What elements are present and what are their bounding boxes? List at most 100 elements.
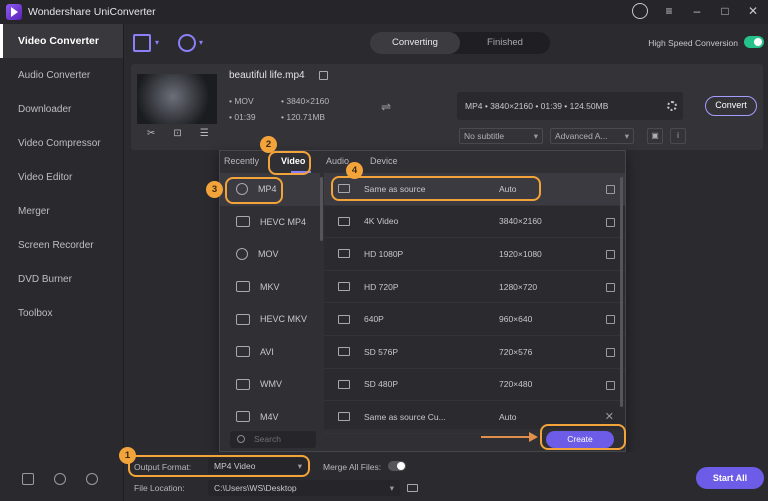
audio-select[interactable]: Advanced A... <box>550 128 634 144</box>
preset-row[interactable]: HD 720P 1280×720 <box>324 271 625 304</box>
edit-icon[interactable] <box>606 217 615 227</box>
sidebar-item-dvd-burner[interactable]: DVD Burner <box>0 262 123 296</box>
video-icon <box>338 249 350 259</box>
file-location-label: File Location: <box>134 483 185 493</box>
menu-icon[interactable]: ≡ <box>662 4 676 18</box>
preview-icon[interactable]: ▣ <box>647 128 663 144</box>
video-icon <box>338 347 350 357</box>
delete-icon[interactable]: ✕ <box>605 410 614 423</box>
sidebar-item-video-editor[interactable]: Video Editor <box>0 160 123 194</box>
preset-row[interactable]: 4K Video 3840×2160 <box>324 206 625 239</box>
maximize-icon[interactable]: □ <box>718 4 732 18</box>
edit-icon[interactable] <box>606 185 615 194</box>
conversion-status-tabs: Converting Finished <box>370 32 550 54</box>
edit-icon[interactable] <box>606 347 615 357</box>
tab-converting[interactable]: Converting <box>370 32 460 54</box>
app-logo-icon <box>6 4 22 20</box>
callout-arrow-line <box>481 436 531 438</box>
file-location-select[interactable]: C:\Users\WS\Desktop <box>208 480 400 496</box>
wmv-format-icon <box>236 378 250 390</box>
chevron-down-icon[interactable]: ▾ <box>155 38 159 47</box>
format-item-wmv[interactable]: WMV <box>220 368 320 401</box>
edit-icon[interactable] <box>606 315 615 325</box>
callout-badge: 3 <box>206 181 223 198</box>
chevron-down-icon[interactable]: ▾ <box>199 38 203 47</box>
sidebar-footer <box>22 473 98 485</box>
format-item-mkv[interactable]: MKV <box>220 271 320 304</box>
callout-badge: 4 <box>346 162 363 179</box>
guide-book-icon[interactable] <box>22 473 34 485</box>
format-item-hevc-mp4[interactable]: HEVC MP4 <box>220 206 320 239</box>
format-item-mp4[interactable]: MP4 <box>220 173 320 206</box>
crop-icon[interactable]: ⊡ <box>173 128 181 139</box>
edit-icon[interactable] <box>606 282 615 292</box>
sidebar-item-merger[interactable]: Merger <box>0 194 123 228</box>
info-icon[interactable]: i <box>670 128 686 144</box>
format-item-avi[interactable]: AVI <box>220 336 320 369</box>
sidebar-item-downloader[interactable]: Downloader <box>0 92 123 126</box>
user-account-icon[interactable] <box>632 3 648 19</box>
rename-icon[interactable] <box>319 71 328 80</box>
sidebar: Video Converter Audio Converter Download… <box>0 24 124 501</box>
merge-all-toggle[interactable] <box>388 461 406 471</box>
sidebar-item-screen-recorder[interactable]: Screen Recorder <box>0 228 123 262</box>
convert-button[interactable]: Convert <box>705 96 757 116</box>
format-list-scrollbar[interactable] <box>320 177 323 241</box>
source-duration: • 01:39 <box>229 112 256 122</box>
preset-row[interactable]: HD 1080P 1920×1080 <box>324 238 625 271</box>
convert-arrow-icon: ⇌ <box>381 100 392 114</box>
format-item-mov[interactable]: MOV <box>220 238 320 271</box>
popup-footer: Search Create <box>220 429 625 451</box>
format-item-m4v[interactable]: M4V <box>220 401 320 430</box>
sidebar-item-toolbox[interactable]: Toolbox <box>0 296 123 330</box>
tab-recently[interactable]: Recently <box>224 156 259 166</box>
high-speed-toggle[interactable] <box>744 36 764 48</box>
preset-row[interactable]: SD 576P 720×576 <box>324 336 625 369</box>
add-media-icon[interactable] <box>178 34 196 52</box>
tab-device[interactable]: Device <box>370 156 398 166</box>
tab-audio[interactable]: Audio <box>326 156 349 166</box>
sidebar-item-audio-converter[interactable]: Audio Converter <box>0 58 123 92</box>
subtitle-select[interactable]: No subtitle <box>459 128 543 144</box>
format-item-hevc-mkv[interactable]: HEVC MKV <box>220 303 320 336</box>
create-button[interactable]: Create <box>546 431 614 448</box>
format-list: MP4 HEVC MP4 MOV MKV HEVC MKV AVI WMV M4… <box>220 173 320 429</box>
sidebar-item-video-compressor[interactable]: Video Compressor <box>0 126 123 160</box>
app-title: Wondershare UniConverter <box>28 6 156 18</box>
m4v-format-icon <box>236 411 250 423</box>
video-icon <box>338 184 350 194</box>
video-icon <box>338 282 350 292</box>
output-format-label: Output Format: <box>134 462 192 472</box>
video-icon <box>338 216 350 226</box>
preset-row[interactable]: Same as source Auto <box>324 173 625 206</box>
edit-icon[interactable] <box>606 250 615 260</box>
source-size: • 120.71MB <box>281 112 326 122</box>
close-icon[interactable]: ✕ <box>746 4 760 18</box>
add-files-icon[interactable] <box>133 34 151 52</box>
effects-icon[interactable]: ☰ <box>200 128 209 139</box>
start-all-button[interactable]: Start All <box>696 467 764 489</box>
video-icon <box>338 412 350 422</box>
settings-gear-icon[interactable] <box>667 101 677 111</box>
callout-arrow-icon <box>529 432 538 442</box>
window-controls: ≡ – □ ✕ <box>632 3 760 19</box>
tab-video[interactable]: Video <box>281 156 305 166</box>
account-icon[interactable] <box>86 473 98 485</box>
open-folder-icon[interactable] <box>407 484 418 492</box>
video-thumbnail[interactable] <box>137 74 217 124</box>
trim-icon[interactable]: ✂ <box>147 128 155 139</box>
mp4-format-icon <box>236 183 248 196</box>
preset-list-scrollbar[interactable] <box>620 177 623 407</box>
edit-icon[interactable] <box>606 380 615 390</box>
tab-finished[interactable]: Finished <box>460 32 550 54</box>
preset-list: Same as source Auto 4K Video 3840×2160 HD … <box>324 173 625 434</box>
output-format-select[interactable]: MP4 Video <box>208 458 308 474</box>
help-icon[interactable] <box>54 473 66 485</box>
preset-row[interactable]: 640P 960×640 <box>324 303 625 336</box>
callout-badge: 2 <box>260 136 277 153</box>
avi-format-icon <box>236 346 250 358</box>
sidebar-item-video-converter[interactable]: Video Converter <box>0 24 123 58</box>
minimize-icon[interactable]: – <box>690 4 704 18</box>
format-search-input[interactable]: Search <box>230 431 316 448</box>
preset-row[interactable]: SD 480P 720×480 <box>324 369 625 402</box>
